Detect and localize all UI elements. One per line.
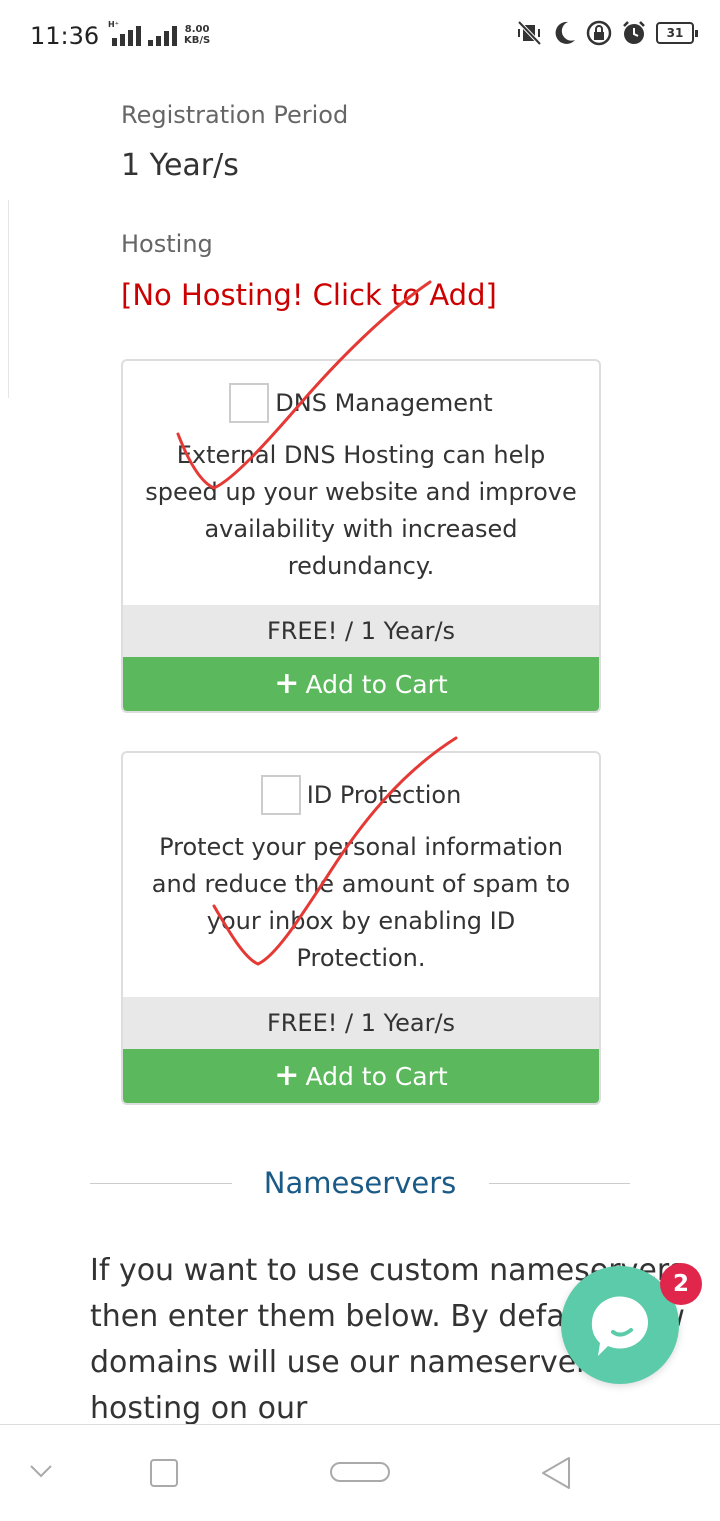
network-speed: 8.00 KB/S <box>184 24 210 46</box>
addon-name: ID Protection <box>306 781 462 809</box>
addon-price: FREE! / 1 Year/s <box>123 997 599 1049</box>
status-icons: 31 <box>514 20 698 46</box>
chevron-down-icon <box>30 1465 52 1478</box>
nav-collapse-button[interactable] <box>28 1461 54 1485</box>
nav-back-button[interactable] <box>539 1455 573 1495</box>
status-time: 11:36 <box>30 22 100 50</box>
add-to-cart-label: Add to Cart <box>305 1062 448 1091</box>
addon-card-id-protection: ID Protection Protect your personal info… <box>121 751 601 1105</box>
home-pill-icon <box>330 1462 390 1482</box>
signal-icon <box>112 26 141 46</box>
addon-header: ID Protection <box>123 773 599 817</box>
alarm-icon <box>623 21 645 44</box>
system-navigation-bar <box>0 1424 720 1521</box>
signal-icon-2 <box>148 26 177 46</box>
addon-header: DNS Management <box>123 381 599 425</box>
id-protection-checkbox[interactable] <box>260 775 301 815</box>
network-type-label: H⁺ <box>108 20 119 29</box>
registration-period-value: 1 Year/s <box>121 148 239 183</box>
dns-management-checkbox[interactable] <box>229 383 270 423</box>
dns-add-to-cart-button[interactable]: + Add to Cart <box>123 657 599 711</box>
chat-unread-badge: 2 <box>660 1263 702 1305</box>
lock-rotation-icon <box>586 20 612 46</box>
battery-icon: 31 <box>656 22 698 44</box>
nav-recents-button[interactable] <box>149 1458 179 1492</box>
addon-description: Protect your personal information and re… <box>151 833 571 972</box>
hosting-label: Hosting <box>121 230 213 258</box>
vibrate-off-icon <box>517 20 542 46</box>
plus-icon: + <box>274 666 300 701</box>
moon-icon <box>555 21 575 44</box>
side-drawer-handle[interactable] <box>0 200 9 398</box>
network-speed-unit: KB/S <box>184 35 211 46</box>
network-speed-value: 8.00 <box>184 24 210 35</box>
plus-icon: + <box>274 1058 300 1093</box>
addon-name: DNS Management <box>275 389 493 417</box>
addon-description: External DNS Hosting can help speed up y… <box>145 441 577 580</box>
id-protection-add-to-cart-button[interactable]: + Add to Cart <box>123 1049 599 1103</box>
addon-price: FREE! / 1 Year/s <box>123 605 599 657</box>
add-hosting-link[interactable]: [No Hosting! Click to Add] <box>121 278 497 312</box>
registration-period-label: Registration Period <box>121 101 349 129</box>
status-bar: 11:36 H⁺ 8.00 KB/S 31 <box>0 0 720 72</box>
nameservers-heading: Nameservers <box>263 1166 457 1200</box>
addon-card-dns-management: DNS Management External DNS Hosting can … <box>121 359 601 713</box>
add-to-cart-label: Add to Cart <box>305 670 448 699</box>
back-triangle-icon <box>542 1457 570 1489</box>
square-icon <box>150 1459 178 1487</box>
nav-home-button[interactable] <box>330 1461 390 1487</box>
